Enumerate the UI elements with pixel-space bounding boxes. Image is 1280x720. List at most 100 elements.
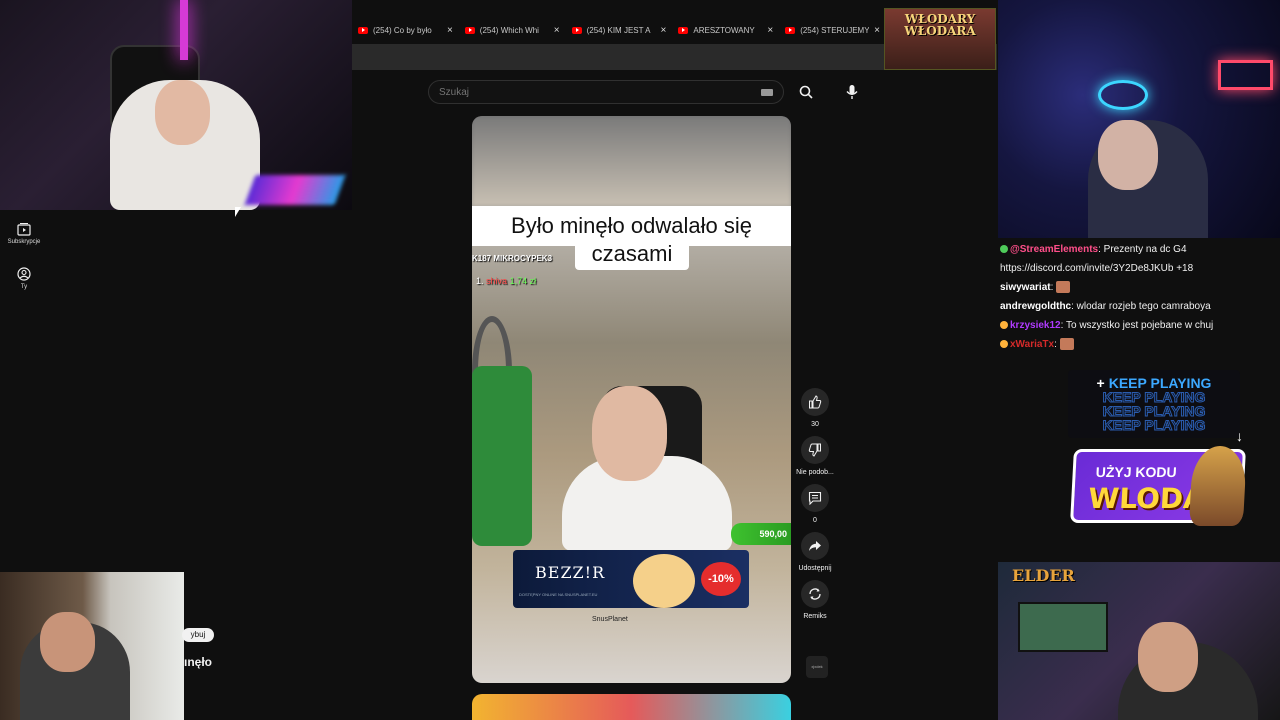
sidebar-item-you[interactable]: Ty bbox=[0, 267, 48, 290]
chat-message: krzysiek12: To wszystko jest pojebane w … bbox=[1000, 316, 1280, 335]
like-button[interactable] bbox=[801, 388, 829, 416]
streamer-head bbox=[40, 612, 95, 672]
comments-action[interactable]: 0 bbox=[794, 484, 836, 524]
remix-button[interactable] bbox=[801, 580, 829, 608]
person-head bbox=[592, 386, 667, 481]
donor-amount: 1,74 zł bbox=[509, 276, 537, 286]
webcam-bottom-left bbox=[0, 572, 184, 720]
video-caption-line2: czasami bbox=[575, 238, 689, 270]
neon-sign bbox=[1098, 80, 1148, 110]
keep-playing-echo: KEEP PLAYING bbox=[1102, 403, 1206, 419]
chat-text: : wlodar rozjeb tego camraboya bbox=[1071, 301, 1211, 312]
keep-playing-echo: KEEP PLAYING bbox=[1102, 389, 1206, 405]
browser-tab[interactable]: (254) Which Whi × bbox=[459, 18, 566, 42]
close-tab-icon[interactable]: × bbox=[554, 25, 560, 36]
thumbs-down-icon bbox=[808, 443, 821, 457]
chat-message: @StreamElements: Prezenty na dc G4 bbox=[1000, 240, 1280, 259]
comments-button[interactable] bbox=[801, 484, 829, 512]
browser-tab[interactable]: (254) Co by było × bbox=[352, 18, 459, 42]
thumbs-up-icon bbox=[809, 395, 822, 409]
streamer-head bbox=[155, 80, 210, 145]
rgb-keyboard bbox=[244, 175, 346, 205]
search-input[interactable] bbox=[439, 86, 761, 98]
stream-canvas: (254) Co by było × (254) Which Whi × (254) K… bbox=[0, 0, 1280, 720]
remix-label: Remiks bbox=[803, 613, 827, 620]
close-tab-icon[interactable]: × bbox=[661, 25, 667, 36]
ad-brand: BEZZ!R bbox=[535, 563, 606, 582]
tab-title: (254) STERUJEMY bbox=[800, 25, 870, 35]
chat-username[interactable]: andrewgoldthc bbox=[1000, 301, 1071, 312]
short-video-player[interactable]: Było minęło odwalało się czasami K187 MI… bbox=[472, 116, 791, 683]
audio-thumbnail[interactable]: xjxdek bbox=[806, 656, 828, 678]
promo-code-widget: UŻYJ KODU WLODAR bbox=[1070, 446, 1248, 526]
sidebar-item-label: Ty bbox=[20, 284, 28, 290]
chat-text: : bbox=[1050, 282, 1054, 293]
video-blur-area bbox=[472, 116, 791, 206]
sidebar-item-subscriptions[interactable]: Subskrypcje bbox=[0, 222, 48, 245]
youtube-side-nav: Subskrypcje Ty bbox=[0, 222, 48, 312]
streamer-head bbox=[1138, 622, 1198, 692]
sidebar-item-label: Subskrypcje bbox=[7, 239, 41, 245]
webcam-bottom-right: ELDER bbox=[998, 562, 1280, 720]
youtube-favicon-icon bbox=[678, 26, 689, 34]
chat-message: siwywariat: bbox=[1000, 278, 1280, 297]
chat-message: https://discord.com/invite/3Y2De8JKUb +1… bbox=[1000, 259, 1280, 278]
like-count: 30 bbox=[811, 421, 819, 428]
close-tab-icon[interactable]: × bbox=[447, 25, 453, 36]
keyboard-icon[interactable] bbox=[761, 88, 773, 96]
tab-title: (254) KIM JEST A bbox=[586, 25, 651, 35]
comment-icon bbox=[808, 491, 822, 505]
voice-search-button[interactable] bbox=[838, 80, 866, 104]
ad-fineprint: DOSTĘPNY ONLINE NA SNUSPLANET.EU bbox=[519, 592, 598, 597]
browser-tab-bar: (254) Co by było × (254) Which Whi × (254) K… bbox=[352, 18, 886, 42]
donor-name: shiva bbox=[486, 276, 508, 286]
chat-badge-icon bbox=[1000, 321, 1008, 330]
share-icon bbox=[809, 541, 821, 551]
share-button[interactable] bbox=[801, 532, 829, 560]
remix-action[interactable]: Remiks bbox=[794, 580, 836, 620]
chat-message: andrewgoldthc: wlodar rozjeb tego camrab… bbox=[1000, 297, 1280, 316]
donor-rank: 1. bbox=[476, 276, 484, 286]
search-box[interactable] bbox=[428, 80, 784, 104]
toy-car bbox=[472, 366, 532, 546]
overlay-text: ınęło bbox=[184, 655, 213, 669]
chat-badge-icon bbox=[1000, 245, 1008, 254]
chat-username[interactable]: krzysiek12 bbox=[1010, 320, 1061, 331]
search-button[interactable] bbox=[792, 80, 820, 104]
wlodary-banner: WŁODARY WŁODARA bbox=[884, 8, 996, 70]
price-tag: 590,00 bbox=[731, 523, 791, 545]
arrow-down-icon: ↓ bbox=[1236, 428, 1243, 444]
dislike-action[interactable]: Nie podob... bbox=[794, 436, 836, 476]
promo-line1: UŻYJ KODU bbox=[1095, 464, 1178, 480]
ad-footer: SnusPlanet bbox=[592, 616, 628, 623]
close-tab-icon[interactable]: × bbox=[767, 25, 773, 36]
chat-badge-icon bbox=[1000, 340, 1008, 349]
close-tab-icon[interactable]: × bbox=[874, 25, 880, 36]
like-action[interactable]: 30 bbox=[794, 388, 836, 428]
chat-text: https://discord.com/invite/3Y2De8JKUb +1… bbox=[1000, 263, 1194, 274]
overlay-pill: ybuj bbox=[182, 628, 214, 642]
ad-mascot bbox=[633, 554, 695, 608]
youtube-favicon-icon bbox=[464, 26, 475, 34]
browser-tab[interactable]: (254) STERUJEMY × bbox=[779, 18, 886, 42]
share-action[interactable]: Udostępnij bbox=[794, 532, 836, 572]
aquarium bbox=[1018, 602, 1108, 652]
chat-emote-icon bbox=[1056, 281, 1071, 294]
youtube-favicon-icon bbox=[785, 26, 796, 34]
keep-playing-widget: + KEEP PLAYING KEEP PLAYING KEEP PLAYING … bbox=[1068, 370, 1240, 438]
share-label: Udostępnij bbox=[798, 565, 832, 572]
neon-sign bbox=[1218, 60, 1273, 90]
streamer-head bbox=[1098, 120, 1158, 190]
youtube-favicon-icon bbox=[358, 26, 368, 34]
chat-username[interactable]: xWariaTx bbox=[1010, 339, 1054, 350]
chat-username[interactable]: siwywariat bbox=[1000, 282, 1051, 293]
promo-character bbox=[1188, 446, 1248, 526]
chat-username[interactable]: @StreamElements bbox=[1010, 244, 1098, 255]
next-short-preview[interactable] bbox=[472, 694, 791, 720]
browser-tab[interactable]: (254) KIM JEST A × bbox=[566, 18, 673, 42]
dislike-label: Nie podob... bbox=[796, 469, 834, 476]
chat-emote-icon bbox=[1059, 338, 1074, 351]
comments-count: 0 bbox=[813, 517, 817, 524]
dislike-button[interactable] bbox=[801, 436, 829, 464]
browser-tab[interactable]: ARESZTOWANY × bbox=[672, 18, 779, 42]
